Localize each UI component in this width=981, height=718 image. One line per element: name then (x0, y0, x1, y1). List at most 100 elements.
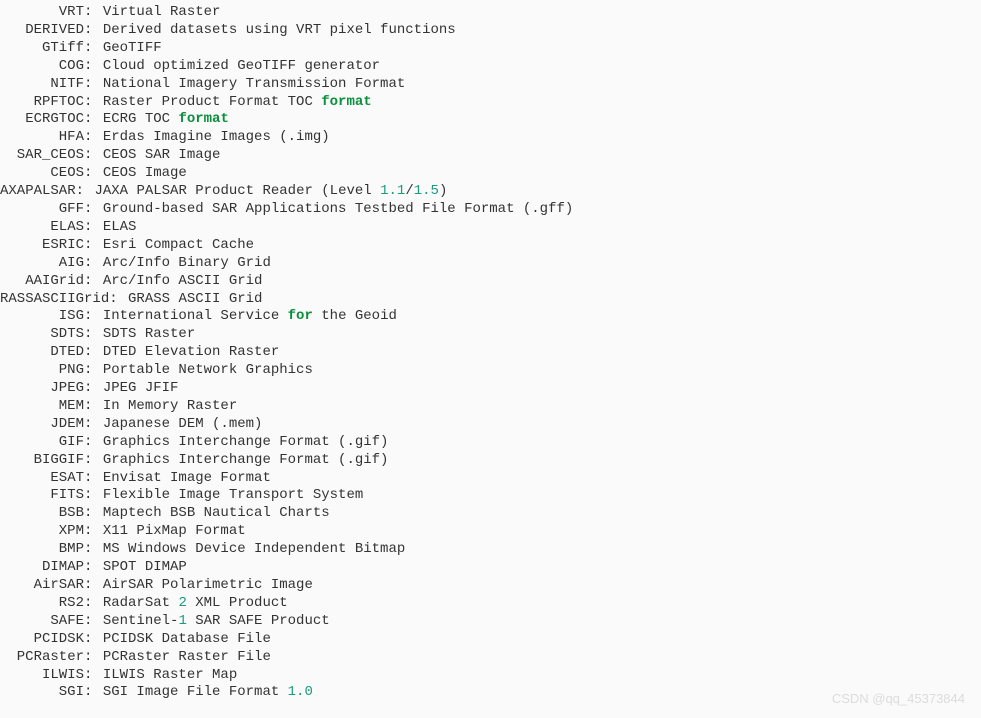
text-span: Graphics Interchange Format (.gif) (103, 452, 389, 468)
format-row: COG: Cloud optimized GeoTIFF generator (0, 58, 981, 76)
format-row: RPFTOC: Raster Product Format TOC format (0, 94, 981, 112)
format-description: DTED Elevation Raster (103, 344, 279, 362)
format-description: Arc/Info Binary Grid (103, 255, 271, 273)
text-span: National Imagery Transmission Format (103, 76, 405, 92)
text-span: Portable Network Graphics (103, 362, 313, 378)
format-key: PCIDSK (0, 631, 84, 649)
format-row: GIF: Graphics Interchange Format (.gif) (0, 434, 981, 452)
number-literal: 1.0 (288, 684, 313, 700)
format-key: COG (0, 58, 84, 76)
format-key: ILWIS (0, 667, 84, 685)
format-row: RS2: RadarSat 2 XML Product (0, 595, 981, 613)
format-description: Esri Compact Cache (103, 237, 254, 255)
colon-separator: : (84, 595, 103, 613)
text-span: Esri Compact Cache (103, 237, 254, 253)
text-span: ILWIS Raster Map (103, 667, 237, 683)
text-span: the Geoid (313, 308, 397, 324)
text-span: ) (439, 183, 447, 199)
keyword: format (178, 111, 228, 127)
format-key: PCRaster (0, 649, 84, 667)
text-span: JPEG JFIF (103, 380, 179, 396)
format-description: JPEG JFIF (103, 380, 179, 398)
number-literal: 2 (178, 595, 186, 611)
text-span: In Memory Raster (103, 398, 237, 414)
format-row: PNG: Portable Network Graphics (0, 362, 981, 380)
format-key: ESAT (0, 470, 84, 488)
format-key: AirSAR (0, 577, 84, 595)
format-description: Graphics Interchange Format (.gif) (103, 452, 389, 470)
colon-separator: : (84, 380, 103, 398)
colon-separator: : (84, 649, 103, 667)
format-row: HFA: Erdas Imagine Images (.img) (0, 129, 981, 147)
colon-separator: : (84, 129, 103, 147)
colon-separator: : (84, 147, 103, 165)
format-key: HFA (0, 129, 84, 147)
format-row: GFF: Ground-based SAR Applications Testb… (0, 201, 981, 219)
colon-separator: : (84, 4, 103, 22)
text-span: Japanese DEM (.mem) (103, 416, 263, 432)
colon-separator: : (84, 362, 103, 380)
format-row: RASSASCIIGrid: GRASS ASCII Grid (0, 291, 981, 309)
format-description: In Memory Raster (103, 398, 237, 416)
format-row: BMP: MS Windows Device Independent Bitma… (0, 541, 981, 559)
format-key: ESRIC (0, 237, 84, 255)
format-key: BSB (0, 505, 84, 523)
colon-separator: : (84, 452, 103, 470)
format-row: NITF: National Imagery Transmission Form… (0, 76, 981, 94)
text-span: Arc/Info Binary Grid (103, 255, 271, 271)
text-span: SDTS Raster (103, 326, 195, 342)
format-description: Erdas Imagine Images (.img) (103, 129, 330, 147)
colon-separator: : (84, 487, 103, 505)
format-row: JDEM: Japanese DEM (.mem) (0, 416, 981, 434)
format-description: Derived datasets using VRT pixel functio… (103, 22, 456, 40)
text-span: PCRaster Raster File (103, 649, 271, 665)
format-row: AXAPALSAR: JAXA PALSAR Product Reader (L… (0, 183, 981, 201)
colon-separator: : (84, 237, 103, 255)
format-row: ELAS: ELAS (0, 219, 981, 237)
format-row: XPM: X11 PixMap Format (0, 523, 981, 541)
colon-separator: : (84, 255, 103, 273)
text-span: X11 PixMap Format (103, 523, 246, 539)
colon-separator: : (84, 416, 103, 434)
format-description: Japanese DEM (.mem) (103, 416, 263, 434)
colon-separator: : (84, 94, 103, 112)
format-row: SAFE: Sentinel-1 SAR SAFE Product (0, 613, 981, 631)
text-span: GRASS ASCII Grid (128, 291, 262, 307)
format-row: ILWIS: ILWIS Raster Map (0, 667, 981, 685)
colon-separator: : (84, 577, 103, 595)
format-description: Raster Product Format TOC format (103, 94, 372, 112)
format-row: AAIGrid: Arc/Info ASCII Grid (0, 273, 981, 291)
text-span: CEOS SAR Image (103, 147, 221, 163)
format-key: BIGGIF (0, 452, 84, 470)
number-literal: 1.1 (380, 183, 405, 199)
text-span: Erdas Imagine Images (.img) (103, 129, 330, 145)
format-row: DIMAP: SPOT DIMAP (0, 559, 981, 577)
format-key: SGI (0, 684, 84, 702)
format-description: PCRaster Raster File (103, 649, 271, 667)
format-description: Graphics Interchange Format (.gif) (103, 434, 389, 452)
format-description: Virtual Raster (103, 4, 221, 22)
colon-separator: : (84, 613, 103, 631)
format-key: ELAS (0, 219, 84, 237)
format-key: RS2 (0, 595, 84, 613)
text-span: Flexible Image Transport System (103, 487, 363, 503)
colon-separator: : (84, 667, 103, 685)
text-span: Sentinel- (103, 613, 179, 629)
format-description: AirSAR Polarimetric Image (103, 577, 313, 595)
format-description: CEOS SAR Image (103, 147, 221, 165)
format-key: DTED (0, 344, 84, 362)
text-span: Arc/Info ASCII Grid (103, 273, 263, 289)
format-description: ELAS (103, 219, 137, 237)
format-description: Flexible Image Transport System (103, 487, 363, 505)
format-key: CEOS (0, 165, 84, 183)
text-span: Graphics Interchange Format (.gif) (103, 434, 389, 450)
format-row: SAR_CEOS: CEOS SAR Image (0, 147, 981, 165)
text-span: Envisat Image Format (103, 470, 271, 486)
format-row: PCIDSK: PCIDSK Database File (0, 631, 981, 649)
format-row: ESRIC: Esri Compact Cache (0, 237, 981, 255)
text-span: PCIDSK Database File (103, 631, 271, 647)
format-description: ILWIS Raster Map (103, 667, 237, 685)
text-span: CEOS Image (103, 165, 187, 181)
text-span: / (405, 183, 413, 199)
colon-separator: : (84, 22, 103, 40)
